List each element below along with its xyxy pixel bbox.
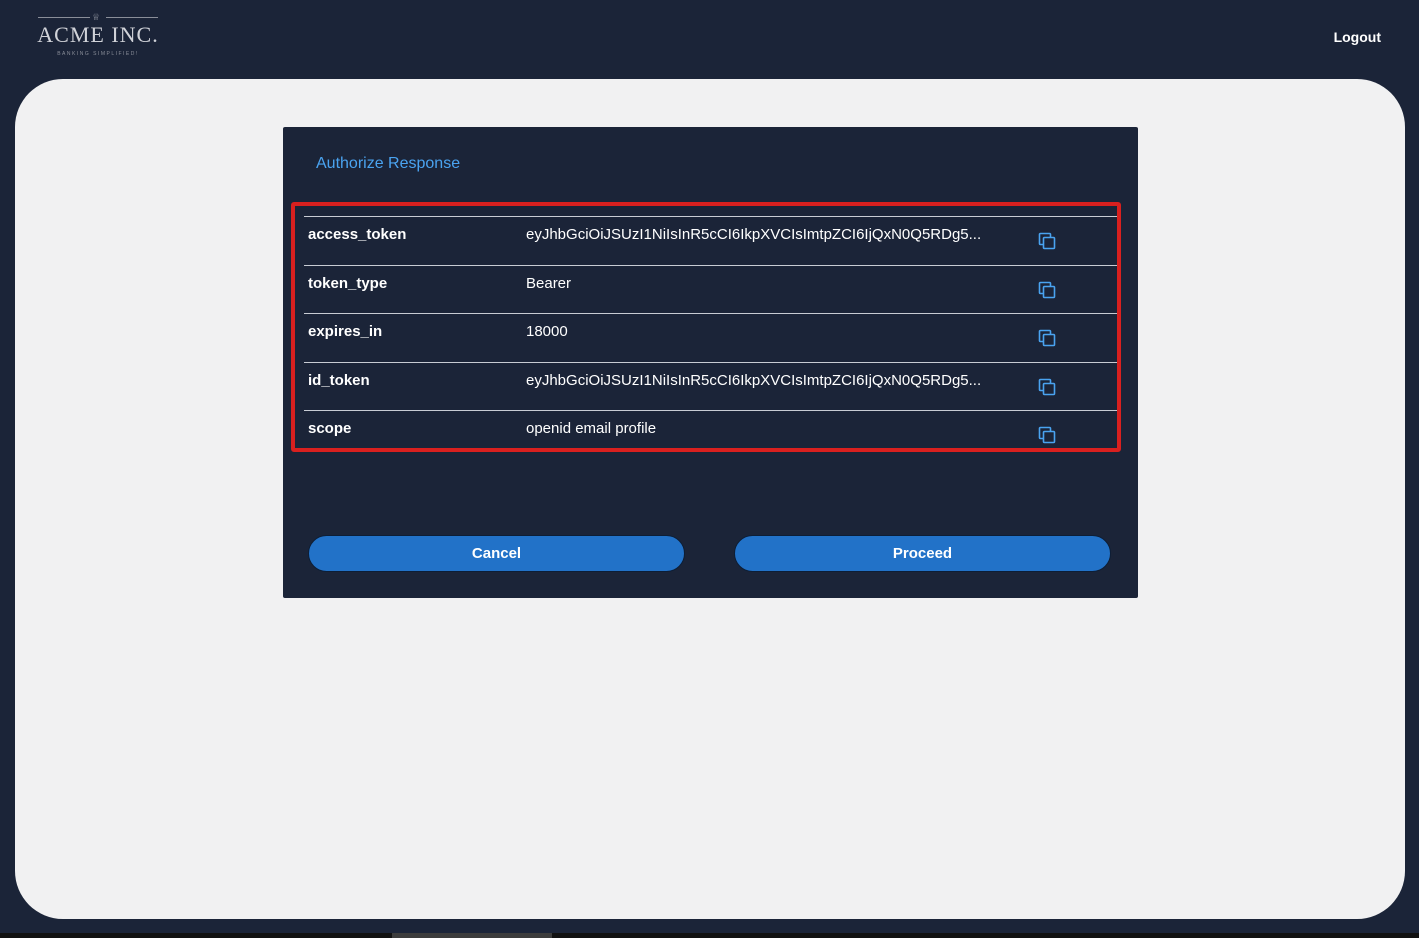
logo-name: ACME INC.: [37, 22, 159, 47]
cancel-button[interactable]: Cancel: [308, 535, 685, 572]
table-row-access-token: access_token eyJhbGciOiJSUzI1NiIsInR5cCI…: [304, 216, 1117, 265]
acme-logo[interactable]: ♕ ACME INC. BANKING SIMPLIFIED!: [36, 12, 160, 60]
copy-icon[interactable]: [1038, 426, 1056, 444]
logout-link[interactable]: Logout: [1334, 29, 1381, 45]
table-row-scope: scope openid email profile: [304, 410, 1117, 459]
row-value: eyJhbGciOiJSUzI1NiIsInR5cCI6IkpXVCIsImtp…: [526, 226, 982, 243]
row-value: 18000: [526, 323, 568, 340]
bottom-scrollbar[interactable]: [0, 933, 1419, 938]
row-value: openid email profile: [526, 420, 657, 437]
scrollbar-thumb[interactable]: [392, 933, 552, 938]
copy-icon[interactable]: [1038, 329, 1056, 347]
row-key: id_token: [308, 371, 370, 389]
row-key: scope: [308, 420, 352, 437]
row-key: access_token: [308, 226, 407, 243]
table-row-expires-in: expires_in 18000: [304, 313, 1117, 362]
card-title: Authorize Response: [316, 155, 461, 172]
row-key: token_type: [308, 274, 388, 292]
copy-icon[interactable]: [1038, 378, 1056, 396]
authorize-response-card: Authorize Response access_token eyJhbGci…: [283, 127, 1138, 598]
logo-rule-left: [38, 17, 90, 18]
row-value: Bearer: [526, 274, 572, 292]
logo-tagline: BANKING SIMPLIFIED!: [57, 51, 139, 57]
crown-icon: ♕: [92, 12, 101, 22]
logo-rule-right: [106, 17, 158, 18]
proceed-button[interactable]: Proceed: [734, 535, 1111, 572]
row-value: eyJhbGciOiJSUzI1NiIsInR5cCI6IkpXVCIsImtp…: [526, 371, 982, 389]
top-bar: ♕ ACME INC. BANKING SIMPLIFIED! Logout: [0, 0, 1419, 79]
copy-icon[interactable]: [1038, 232, 1056, 250]
token-table: access_token eyJhbGciOiJSUzI1NiIsInR5cCI…: [304, 216, 1117, 459]
table-row-token-type: token_type Bearer: [304, 264, 1117, 314]
table-row-id-token: id_token eyJhbGciOiJSUzI1NiIsInR5cCI6Ikp…: [304, 361, 1117, 411]
row-key: expires_in: [308, 323, 383, 340]
copy-icon[interactable]: [1038, 281, 1056, 299]
